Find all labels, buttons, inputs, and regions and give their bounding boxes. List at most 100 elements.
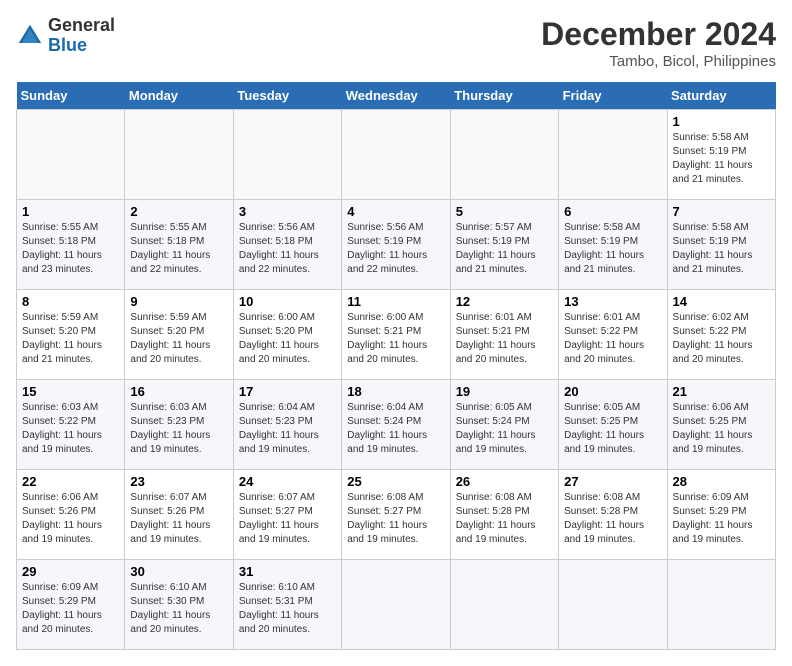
day-details: Sunrise: 6:01 AMSunset: 5:21 PMDaylight:… — [456, 312, 536, 365]
calendar-cell: 17 Sunrise: 6:04 AMSunset: 5:23 PMDaylig… — [233, 380, 341, 470]
calendar-cell — [667, 560, 775, 650]
day-details: Sunrise: 6:09 AMSunset: 5:29 PMDaylight:… — [22, 582, 102, 635]
day-details: Sunrise: 5:58 AMSunset: 5:19 PMDaylight:… — [673, 222, 753, 275]
page-header: General Blue December 2024 Tambo, Bicol,… — [16, 16, 776, 70]
calendar-cell — [559, 560, 667, 650]
day-number: 11 — [347, 294, 444, 309]
header-friday: Friday — [559, 82, 667, 110]
day-number: 30 — [130, 564, 227, 579]
day-number: 23 — [130, 474, 227, 489]
location-subtitle: Tambo, Bicol, Philippines — [541, 53, 776, 70]
day-details: Sunrise: 5:55 AMSunset: 5:18 PMDaylight:… — [130, 222, 210, 275]
day-number: 4 — [347, 204, 444, 219]
day-details: Sunrise: 6:08 AMSunset: 5:28 PMDaylight:… — [456, 492, 536, 545]
day-details: Sunrise: 6:09 AMSunset: 5:29 PMDaylight:… — [673, 492, 753, 545]
day-number: 21 — [673, 384, 770, 399]
day-details: Sunrise: 5:57 AMSunset: 5:19 PMDaylight:… — [456, 222, 536, 275]
header-saturday: Saturday — [667, 82, 775, 110]
day-number: 8 — [22, 294, 119, 309]
calendar-cell: 3 Sunrise: 5:56 AMSunset: 5:18 PMDayligh… — [233, 200, 341, 290]
calendar-cell: 13 Sunrise: 6:01 AMSunset: 5:22 PMDaylig… — [559, 290, 667, 380]
calendar-table: SundayMondayTuesdayWednesdayThursdayFrid… — [16, 82, 776, 650]
day-details: Sunrise: 6:00 AMSunset: 5:20 PMDaylight:… — [239, 312, 319, 365]
day-details: Sunrise: 5:58 AMSunset: 5:19 PMDaylight:… — [673, 132, 753, 185]
header-thursday: Thursday — [450, 82, 558, 110]
calendar-cell — [450, 110, 558, 200]
calendar-cell: 11 Sunrise: 6:00 AMSunset: 5:21 PMDaylig… — [342, 290, 450, 380]
day-details: Sunrise: 6:10 AMSunset: 5:31 PMDaylight:… — [239, 582, 319, 635]
header-tuesday: Tuesday — [233, 82, 341, 110]
day-number: 3 — [239, 204, 336, 219]
day-number: 27 — [564, 474, 661, 489]
day-details: Sunrise: 6:03 AMSunset: 5:23 PMDaylight:… — [130, 402, 210, 455]
day-details: Sunrise: 6:07 AMSunset: 5:26 PMDaylight:… — [130, 492, 210, 545]
calendar-cell: 15 Sunrise: 6:03 AMSunset: 5:22 PMDaylig… — [17, 380, 125, 470]
day-details: Sunrise: 6:05 AMSunset: 5:24 PMDaylight:… — [456, 402, 536, 455]
day-number: 12 — [456, 294, 553, 309]
day-number: 24 — [239, 474, 336, 489]
header-sunday: Sunday — [17, 82, 125, 110]
calendar-cell: 29 Sunrise: 6:09 AMSunset: 5:29 PMDaylig… — [17, 560, 125, 650]
calendar-week-1: 1 Sunrise: 5:58 AMSunset: 5:19 PMDayligh… — [17, 110, 776, 200]
day-number: 10 — [239, 294, 336, 309]
calendar-cell: 24 Sunrise: 6:07 AMSunset: 5:27 PMDaylig… — [233, 470, 341, 560]
calendar-cell: 20 Sunrise: 6:05 AMSunset: 5:25 PMDaylig… — [559, 380, 667, 470]
day-number: 17 — [239, 384, 336, 399]
day-number: 25 — [347, 474, 444, 489]
day-number: 16 — [130, 384, 227, 399]
day-details: Sunrise: 6:00 AMSunset: 5:21 PMDaylight:… — [347, 312, 427, 365]
calendar-cell: 10 Sunrise: 6:00 AMSunset: 5:20 PMDaylig… — [233, 290, 341, 380]
day-number: 31 — [239, 564, 336, 579]
calendar-cell: 28 Sunrise: 6:09 AMSunset: 5:29 PMDaylig… — [667, 470, 775, 560]
calendar-cell: 25 Sunrise: 6:08 AMSunset: 5:27 PMDaylig… — [342, 470, 450, 560]
calendar-cell: 21 Sunrise: 6:06 AMSunset: 5:25 PMDaylig… — [667, 380, 775, 470]
calendar-cell: 31 Sunrise: 6:10 AMSunset: 5:31 PMDaylig… — [233, 560, 341, 650]
day-details: Sunrise: 5:59 AMSunset: 5:20 PMDaylight:… — [22, 312, 102, 365]
day-details: Sunrise: 6:10 AMSunset: 5:30 PMDaylight:… — [130, 582, 210, 635]
day-number: 9 — [130, 294, 227, 309]
calendar-cell: 26 Sunrise: 6:08 AMSunset: 5:28 PMDaylig… — [450, 470, 558, 560]
calendar-cell: 4 Sunrise: 5:56 AMSunset: 5:19 PMDayligh… — [342, 200, 450, 290]
calendar-week-2: 1 Sunrise: 5:55 AMSunset: 5:18 PMDayligh… — [17, 200, 776, 290]
calendar-cell: 2 Sunrise: 5:55 AMSunset: 5:18 PMDayligh… — [125, 200, 233, 290]
title-block: December 2024 Tambo, Bicol, Philippines — [541, 16, 776, 70]
day-number: 26 — [456, 474, 553, 489]
day-details: Sunrise: 6:04 AMSunset: 5:23 PMDaylight:… — [239, 402, 319, 455]
calendar-header-row: SundayMondayTuesdayWednesdayThursdayFrid… — [17, 82, 776, 110]
calendar-cell: 6 Sunrise: 5:58 AMSunset: 5:19 PMDayligh… — [559, 200, 667, 290]
day-details: Sunrise: 6:05 AMSunset: 5:25 PMDaylight:… — [564, 402, 644, 455]
day-details: Sunrise: 5:58 AMSunset: 5:19 PMDaylight:… — [564, 222, 644, 275]
calendar-cell: 7 Sunrise: 5:58 AMSunset: 5:19 PMDayligh… — [667, 200, 775, 290]
logo-blue-text: Blue — [48, 35, 87, 55]
calendar-week-5: 22 Sunrise: 6:06 AMSunset: 5:26 PMDaylig… — [17, 470, 776, 560]
day-details: Sunrise: 5:56 AMSunset: 5:18 PMDaylight:… — [239, 222, 319, 275]
month-year-title: December 2024 — [541, 16, 776, 53]
logo: General Blue — [16, 16, 115, 56]
calendar-cell: 16 Sunrise: 6:03 AMSunset: 5:23 PMDaylig… — [125, 380, 233, 470]
day-details: Sunrise: 6:08 AMSunset: 5:27 PMDaylight:… — [347, 492, 427, 545]
day-details: Sunrise: 6:02 AMSunset: 5:22 PMDaylight:… — [673, 312, 753, 365]
day-number: 7 — [673, 204, 770, 219]
calendar-week-3: 8 Sunrise: 5:59 AMSunset: 5:20 PMDayligh… — [17, 290, 776, 380]
calendar-cell — [450, 560, 558, 650]
day-details: Sunrise: 6:08 AMSunset: 5:28 PMDaylight:… — [564, 492, 644, 545]
calendar-cell: 8 Sunrise: 5:59 AMSunset: 5:20 PMDayligh… — [17, 290, 125, 380]
calendar-cell: 1 Sunrise: 5:55 AMSunset: 5:18 PMDayligh… — [17, 200, 125, 290]
day-number: 19 — [456, 384, 553, 399]
day-details: Sunrise: 6:04 AMSunset: 5:24 PMDaylight:… — [347, 402, 427, 455]
calendar-cell: 19 Sunrise: 6:05 AMSunset: 5:24 PMDaylig… — [450, 380, 558, 470]
day-details: Sunrise: 6:07 AMSunset: 5:27 PMDaylight:… — [239, 492, 319, 545]
logo-icon — [16, 22, 44, 50]
day-number: 18 — [347, 384, 444, 399]
calendar-cell — [233, 110, 341, 200]
header-monday: Monday — [125, 82, 233, 110]
calendar-cell — [17, 110, 125, 200]
calendar-cell: 23 Sunrise: 6:07 AMSunset: 5:26 PMDaylig… — [125, 470, 233, 560]
calendar-cell: 14 Sunrise: 6:02 AMSunset: 5:22 PMDaylig… — [667, 290, 775, 380]
calendar-cell: 27 Sunrise: 6:08 AMSunset: 5:28 PMDaylig… — [559, 470, 667, 560]
calendar-cell — [342, 560, 450, 650]
day-number: 22 — [22, 474, 119, 489]
calendar-cell: 18 Sunrise: 6:04 AMSunset: 5:24 PMDaylig… — [342, 380, 450, 470]
day-number: 15 — [22, 384, 119, 399]
calendar-cell — [342, 110, 450, 200]
